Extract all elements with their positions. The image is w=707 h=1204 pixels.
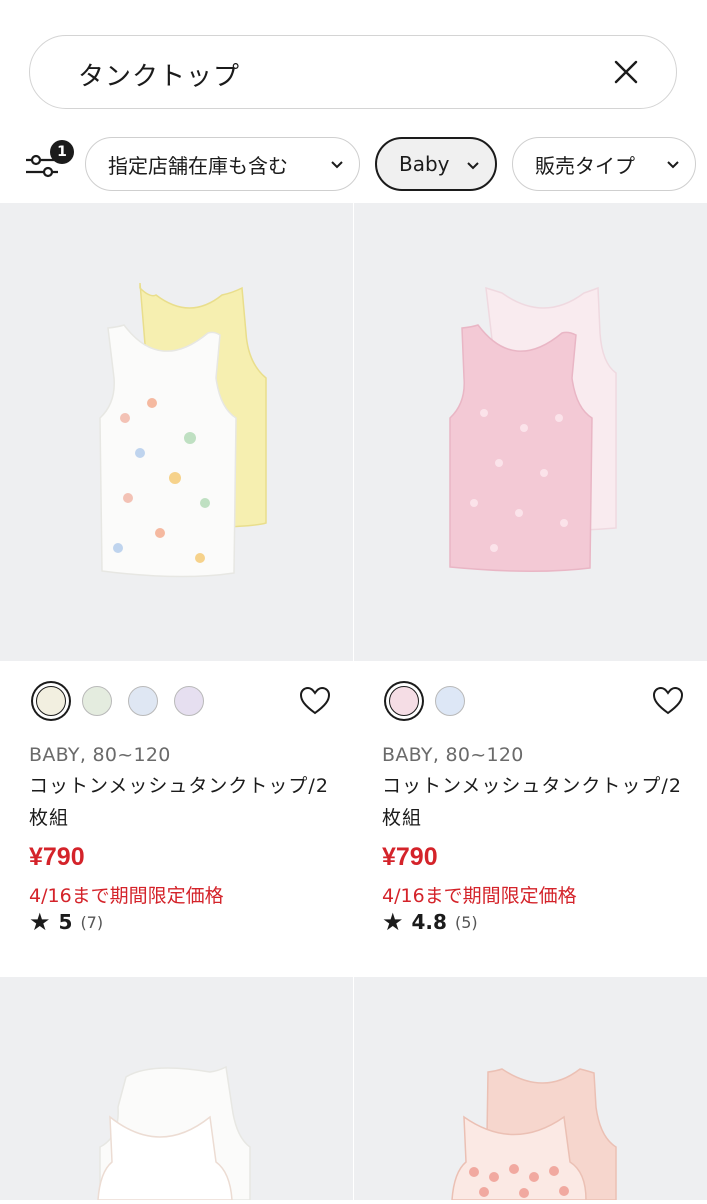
color-swatch[interactable] (82, 686, 112, 716)
chevron-down-icon (467, 162, 479, 170)
chevron-down-icon (667, 161, 679, 169)
star-icon: ★ (382, 908, 404, 936)
sales-type-filter-chip[interactable]: 販売タイプ (512, 137, 696, 191)
heart-icon[interactable] (652, 686, 684, 715)
chevron-down-icon (331, 161, 343, 169)
product-name[interactable]: コットンメッシュタンクトップ/2枚組 (29, 770, 329, 834)
close-icon[interactable] (612, 58, 640, 86)
chip-label: Baby (399, 152, 450, 176)
search-bar[interactable]: タンクトップ (29, 35, 677, 109)
product-image[interactable] (354, 977, 707, 1201)
search-input[interactable]: タンクトップ (78, 56, 240, 93)
color-swatch[interactable] (435, 686, 465, 716)
chip-label: 指定店舗在庫も含む (108, 153, 288, 178)
product-name[interactable]: コットンメッシュタンクトップ/2枚組 (382, 770, 682, 834)
promo-text: 4/16まで期間限定価格 (29, 885, 224, 907)
chip-label: 販売タイプ (535, 153, 635, 178)
color-swatch[interactable] (174, 686, 204, 716)
product-rating: ★ 4.8 (5) (382, 908, 478, 936)
review-count: (7) (80, 912, 104, 932)
product-image[interactable] (0, 977, 353, 1201)
product-price: ¥790 (29, 843, 85, 871)
promo-text: 4/16まで期間限定価格 (382, 885, 577, 907)
product-rating: ★ 5 (7) (29, 908, 103, 936)
product-image[interactable] (354, 203, 707, 661)
product-category: BABY, 80~120 (382, 744, 524, 766)
filter-count-badge: 1 (50, 140, 74, 164)
product-category: BABY, 80~120 (29, 744, 171, 766)
rating-value: 5 (58, 910, 73, 934)
product-price: ¥790 (382, 843, 438, 871)
color-swatch[interactable] (389, 686, 419, 716)
product-image[interactable] (0, 203, 353, 661)
rating-value: 4.8 (411, 910, 447, 934)
heart-icon[interactable] (299, 686, 331, 715)
review-count: (5) (454, 912, 478, 932)
color-swatch[interactable] (128, 686, 158, 716)
store-stock-filter-chip[interactable]: 指定店舗在庫も含む (85, 137, 360, 191)
color-swatch[interactable] (36, 686, 66, 716)
star-icon: ★ (29, 908, 51, 936)
baby-filter-chip[interactable]: Baby (375, 137, 497, 191)
